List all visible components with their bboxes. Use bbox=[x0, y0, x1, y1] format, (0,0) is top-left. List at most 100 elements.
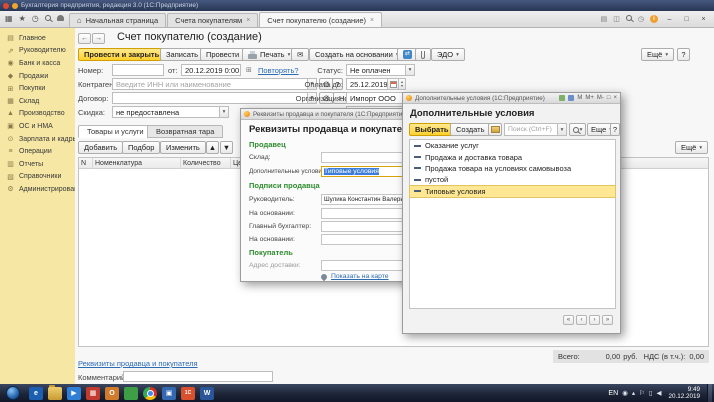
sidebar-item-bank-cash[interactable]: ◉Банк и касса bbox=[0, 57, 75, 70]
sidebar-item-references[interactable]: ▧Справочники bbox=[0, 171, 75, 184]
search-input[interactable] bbox=[504, 123, 558, 136]
comment-input[interactable] bbox=[123, 371, 273, 382]
tray-flag-icon[interactable]: ⚐ bbox=[639, 389, 645, 397]
sidebar-item-reports[interactable]: ▥Отчеты bbox=[0, 158, 75, 171]
taskbar-icon-internet-explorer[interactable]: e bbox=[29, 387, 43, 400]
column-header-quantity[interactable]: Количество bbox=[181, 158, 231, 169]
attachments-button[interactable] bbox=[415, 48, 431, 61]
menu-icon[interactable]: ▦ bbox=[5, 15, 13, 23]
basis2-input[interactable] bbox=[321, 234, 411, 245]
service-calculator-icon[interactable]: ◫ bbox=[613, 15, 620, 23]
warehouse-input[interactable] bbox=[321, 152, 411, 163]
sidebar-item-purchases[interactable]: ⊞Покупки bbox=[0, 82, 75, 95]
dialog-requisites-titlebar[interactable]: Реквизиты продавца и покупателя (1С:Пред… bbox=[241, 109, 417, 120]
schedule-icon[interactable]: ⊞ bbox=[246, 66, 252, 74]
sidebar-item-production[interactable]: ▲Производство bbox=[0, 108, 75, 121]
additional-conditions-input[interactable]: Типовые условия bbox=[321, 166, 411, 177]
conditions-help-button[interactable]: ? bbox=[610, 123, 620, 136]
tab-invoice-create[interactable]: Счет покупателю (создание) × bbox=[259, 12, 382, 27]
feature-icon[interactable] bbox=[568, 95, 574, 101]
date-input[interactable]: 20.12.2019 0:00:00 bbox=[181, 64, 241, 76]
tray-network-icon[interactable]: ▯ bbox=[649, 389, 653, 397]
pick-button[interactable]: Подбор bbox=[122, 141, 160, 154]
list-item[interactable]: Оказание услуг bbox=[410, 140, 615, 151]
delivery-address-input[interactable] bbox=[321, 260, 411, 271]
tab-returnable-packaging[interactable]: Возвратная тара bbox=[147, 125, 223, 138]
taskbar-icon-chrome[interactable] bbox=[143, 387, 157, 400]
list-item-selected[interactable]: Типовые условия bbox=[410, 186, 615, 197]
post-button[interactable]: Провести bbox=[200, 48, 245, 61]
calendar-icon[interactable] bbox=[388, 78, 399, 90]
tray-status-icon[interactable]: ◉ bbox=[622, 389, 628, 397]
dropdown-arrow-icon[interactable]: ▾ bbox=[406, 64, 415, 76]
sidebar-item-sales[interactable]: ◆Продажи bbox=[0, 70, 75, 83]
sidebar-item-administration[interactable]: ⚙Администрирование bbox=[0, 183, 75, 196]
sidebar-item-operations[interactable]: ≡Операции bbox=[0, 145, 75, 158]
sidebar-item-warehouse[interactable]: ▦Склад bbox=[0, 95, 75, 108]
discount-select[interactable]: не предоставлена ▾ bbox=[112, 106, 229, 118]
forward-button[interactable]: → bbox=[92, 33, 105, 44]
create-based-on-button[interactable]: Создать на основании ▾ bbox=[309, 48, 405, 61]
sidebar-item-manager[interactable]: ⇗Руководителю bbox=[0, 45, 75, 58]
save-button[interactable]: Записать bbox=[160, 48, 204, 61]
send-email-button[interactable]: ✉ bbox=[291, 48, 309, 61]
scale-increase-button[interactable]: М+ bbox=[585, 95, 594, 101]
nav-prev-button[interactable]: ‹ bbox=[576, 315, 587, 325]
tab-customer-invoices[interactable]: Счета покупателям × bbox=[167, 13, 258, 27]
items-more-button[interactable]: Ещё ▾ bbox=[675, 141, 708, 154]
chief-accountant-input[interactable] bbox=[321, 221, 411, 232]
tray-volume-icon[interactable]: ◀ bbox=[656, 389, 661, 397]
select-button[interactable]: Выбрать bbox=[409, 123, 455, 136]
sidebar-item-main[interactable]: ▤Главное bbox=[0, 32, 75, 45]
language-indicator[interactable]: EN bbox=[608, 390, 618, 397]
service-search-icon[interactable] bbox=[626, 15, 632, 23]
create-button[interactable]: Создать bbox=[450, 123, 491, 136]
basis-input[interactable] bbox=[321, 208, 411, 219]
nav-last-button[interactable]: » bbox=[602, 315, 613, 325]
help-button[interactable]: ? bbox=[677, 48, 690, 61]
column-header-nomenclature[interactable]: Номенклатура bbox=[93, 158, 181, 169]
close-tab-icon[interactable]: × bbox=[370, 17, 374, 24]
due-date-field[interactable]: 25.12.2019 ▴ ▾ bbox=[346, 78, 406, 90]
search-options-button[interactable]: ▾ bbox=[569, 123, 586, 136]
sidebar-item-fixed-assets[interactable]: ▣ОС и НМА bbox=[0, 120, 75, 133]
tab-goods-services[interactable]: Товары и услуги bbox=[78, 125, 153, 138]
edit-button[interactable]: Изменить bbox=[160, 141, 206, 154]
info-icon[interactable]: i bbox=[650, 15, 658, 23]
number-input[interactable] bbox=[112, 64, 164, 76]
director-input[interactable]: Шулика Константин Валерьевич bbox=[321, 194, 413, 205]
move-down-button[interactable]: ▼ bbox=[220, 141, 233, 154]
service-calendar-icon[interactable]: ▤ bbox=[601, 15, 608, 23]
feature-icon[interactable] bbox=[559, 95, 565, 101]
dropdown-arrow-icon[interactable]: ▾ bbox=[220, 106, 229, 118]
nav-next-button[interactable]: › bbox=[589, 315, 600, 325]
taskbar-icon-app-green[interactable] bbox=[124, 387, 138, 400]
add-row-button[interactable]: Добавить bbox=[78, 141, 123, 154]
more-button[interactable]: Ещё ▾ bbox=[641, 48, 674, 61]
list-item[interactable]: пустой bbox=[410, 174, 615, 185]
list-item[interactable]: Продажа товара на условиях самовывоза bbox=[410, 163, 615, 174]
nav-first-button[interactable]: « bbox=[563, 315, 574, 325]
taskbar-icon-app-red[interactable]: ▦ bbox=[86, 387, 100, 400]
notifications-bell-icon[interactable] bbox=[57, 15, 64, 23]
dialog-restore-button[interactable]: □ bbox=[607, 95, 611, 101]
list-item[interactable]: Продажа и доставка товара bbox=[410, 151, 615, 162]
edo-button[interactable]: ЭДО ▾ bbox=[431, 48, 465, 61]
status-select[interactable]: Не оплачен ▾ bbox=[346, 64, 415, 76]
search-icon[interactable] bbox=[45, 15, 51, 23]
print-button[interactable]: Печать ▾ bbox=[242, 48, 296, 61]
sidebar-item-salary-hr[interactable]: ⊙Зарплата и кадры bbox=[0, 133, 75, 146]
scale-decrease-button[interactable]: М- bbox=[597, 95, 604, 101]
column-header-n[interactable]: N bbox=[79, 158, 93, 169]
show-desktop-button[interactable] bbox=[707, 384, 712, 402]
close-tab-icon[interactable]: × bbox=[246, 17, 250, 24]
taskbar-icon-media-player[interactable]: ▶ bbox=[67, 387, 81, 400]
spin-down-icon[interactable]: ▾ bbox=[401, 84, 403, 88]
dialog-conditions-titlebar[interactable]: Дополнительные условия (1С:Предприятие) … bbox=[403, 93, 620, 104]
post-and-close-button[interactable]: Провести и закрыть bbox=[78, 48, 165, 61]
tab-home[interactable]: ⌂ Начальная страница bbox=[69, 13, 166, 27]
taskbar-icon-devices[interactable]: ▣ bbox=[162, 387, 176, 400]
back-button[interactable]: ← bbox=[78, 33, 91, 44]
show-on-map-link[interactable]: Показать на карте bbox=[331, 273, 389, 280]
scale-normal-button[interactable]: М bbox=[577, 95, 582, 101]
